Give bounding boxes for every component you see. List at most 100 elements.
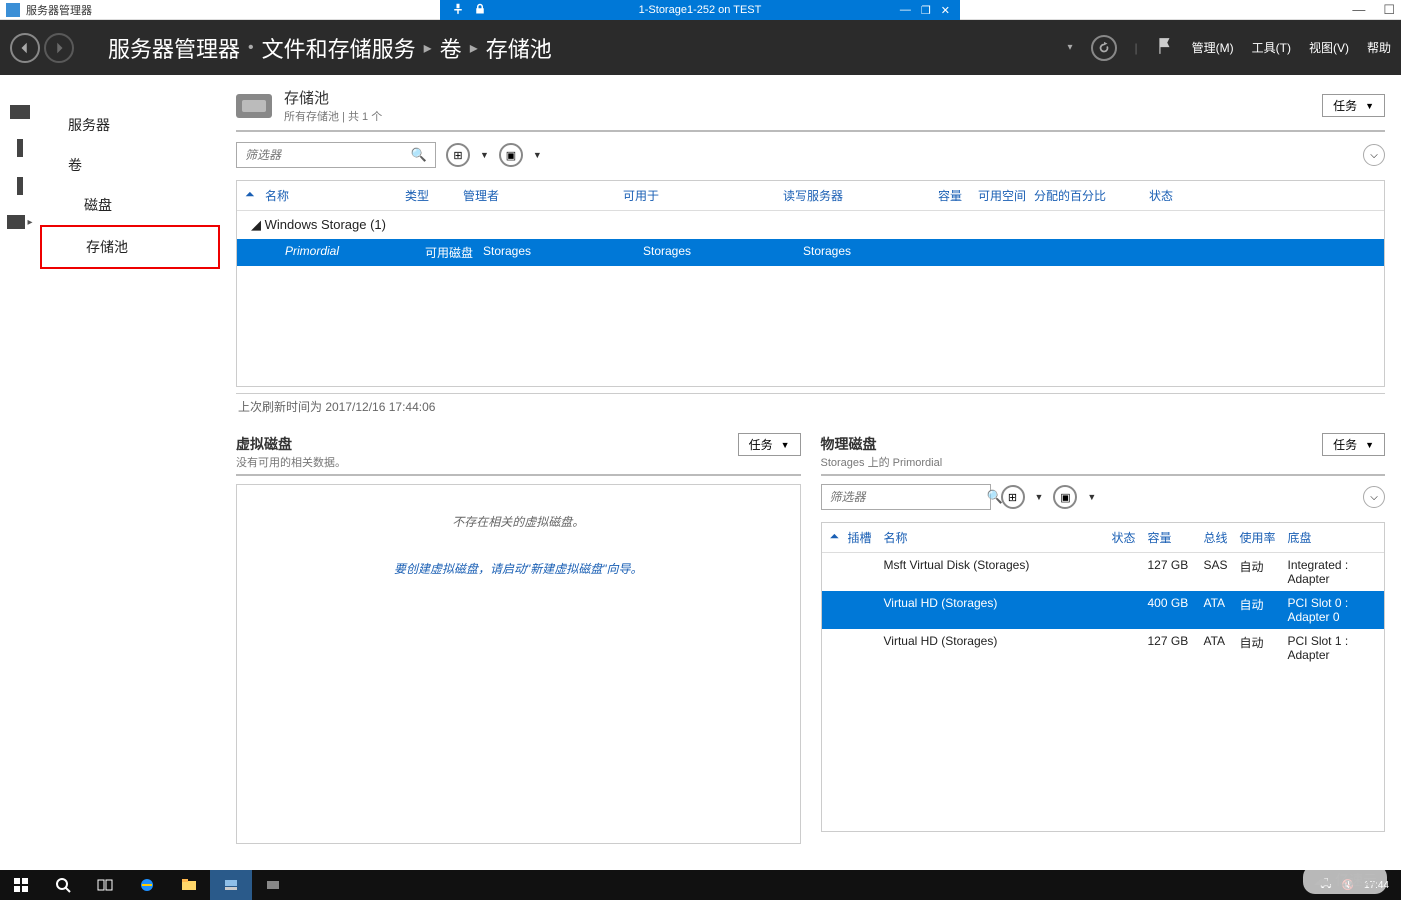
virtual-disks-panel: 虚拟磁盘 没有可用的相关数据。 任务▼ 不存在相关的虚拟磁盘。 要创建虚拟磁盘，… <box>236 433 801 844</box>
sidebar-item-storage-pools[interactable]: 存储池 <box>40 225 220 269</box>
breadcrumb-item[interactable]: 服务器管理器 <box>108 32 240 64</box>
menu-help[interactable]: 帮助 <box>1367 39 1391 56</box>
app-taskbar-icon[interactable] <box>252 870 294 900</box>
vm-minimize-icon[interactable]: — <box>900 4 911 17</box>
ie-taskbar-icon[interactable] <box>126 870 168 900</box>
pdisk-row[interactable]: Virtual HD (Storages)400 GBATA自动PCI Slot… <box>822 591 1385 629</box>
col-type[interactable]: 类型 <box>405 187 463 204</box>
col-slot[interactable]: 插槽 <box>848 529 884 546</box>
start-button[interactable] <box>0 870 42 900</box>
vdisk-empty-message: 不存在相关的虚拟磁盘。 <box>257 513 780 530</box>
col-capacity[interactable]: 容量 <box>938 187 978 204</box>
server-manager-taskbar-icon[interactable] <box>210 870 252 900</box>
col-status[interactable]: 状态 <box>1112 529 1148 546</box>
strip-dashboard-icon[interactable] <box>10 105 30 119</box>
pool-expand-button[interactable]: ⌵ <box>1363 144 1385 166</box>
pdisk-filter-field[interactable] <box>830 490 987 504</box>
vdisk-title: 虚拟磁盘 <box>236 434 346 454</box>
menu-tools[interactable]: 工具(T) <box>1252 39 1291 56</box>
vdisk-wizard-link[interactable]: 要创建虚拟磁盘，请启动"新建虚拟磁盘"向导。 <box>257 560 780 577</box>
pool-save-button[interactable]: ▣ <box>499 143 523 167</box>
pool-view-button[interactable]: ⊞ <box>446 143 470 167</box>
col-bus[interactable]: 总线 <box>1204 529 1240 546</box>
breadcrumb-item[interactable]: 文件和存储服务 <box>262 32 416 64</box>
main-content: 存储池 所有存储池 | 共 1 个 任务▼ 🔍 ⊞▼ ▣▼ ⌵ ⏶ 名称 类型 … <box>220 75 1401 870</box>
vm-close-icon[interactable]: ✕ <box>941 4 950 17</box>
pdisk-expand-button[interactable]: ⌵ <box>1363 486 1385 508</box>
header: 服务器管理器• 文件和存储服务▸ 卷▸ 存储池 ▾ | 管理(M) 工具(T) … <box>0 20 1401 75</box>
pool-header: 存储池 所有存储池 | 共 1 个 任务▼ <box>236 87 1385 132</box>
app-title: 服务器管理器 <box>26 2 92 18</box>
cloud-icon: ☁ <box>1313 869 1331 890</box>
strip-servers-icon[interactable] <box>17 139 23 157</box>
strip-storage-icon[interactable] <box>7 215 25 229</box>
pool-table: ⏶ 名称 类型 管理者 可用于 读写服务器 容量 可用空间 分配的百分比 状态 … <box>236 180 1385 387</box>
menu-manage[interactable]: 管理(M) <box>1192 39 1234 56</box>
pdisk-row[interactable]: Virtual HD (Storages)127 GBATA自动PCI Slot… <box>822 629 1385 667</box>
notifications-flag-icon[interactable] <box>1156 37 1174 58</box>
pdisk-table: ⏶ 插槽 名称 状态 容量 总线 使用率 底盘 Msft Virtual Dis… <box>821 522 1386 832</box>
window-minimize[interactable]: — <box>1352 2 1365 18</box>
pool-filter-field[interactable] <box>245 148 411 162</box>
pin-icon[interactable] <box>452 3 464 18</box>
breadcrumb-dropdown[interactable]: ▾ <box>1068 42 1073 53</box>
pool-title: 存储池 <box>284 87 382 108</box>
pdisk-tasks-button[interactable]: 任务▼ <box>1322 433 1385 456</box>
col-status[interactable]: 状态 <box>1149 187 1209 204</box>
col-allocated-pct[interactable]: 分配的百分比 <box>1034 187 1149 204</box>
breadcrumb-item[interactable]: 存储池 <box>486 32 552 64</box>
explorer-taskbar-icon[interactable] <box>168 870 210 900</box>
sort-icon[interactable]: ⏶ <box>830 529 848 546</box>
pdisk-save-button[interactable]: ▣ <box>1053 485 1077 509</box>
col-free[interactable]: 可用空间 <box>978 187 1034 204</box>
vm-connection-bar: 1-Storage1-252 on TEST — ❐ ✕ <box>440 0 960 20</box>
col-name[interactable]: 名称 <box>265 187 405 204</box>
pool-tasks-button[interactable]: 任务▼ <box>1322 94 1385 117</box>
col-rw-server[interactable]: 读写服务器 <box>783 187 938 204</box>
pdisk-view-button[interactable]: ⊞ <box>1001 485 1025 509</box>
nav-forward-button[interactable] <box>44 33 74 63</box>
pool-subtitle: 所有存储池 | 共 1 个 <box>284 108 382 124</box>
pdisk-title: 物理磁盘 <box>821 434 943 454</box>
col-manager[interactable]: 管理者 <box>463 187 623 204</box>
sort-icon[interactable]: ⏶ <box>245 187 265 204</box>
pdisk-subtitle: Storages 上的 Primordial <box>821 454 943 470</box>
menu-view[interactable]: 视图(V) <box>1309 39 1349 56</box>
vm-title: 1-Storage1-252 on TEST <box>639 4 762 16</box>
vdisk-subtitle: 没有可用的相关数据。 <box>236 454 346 470</box>
window-maximize[interactable]: ☐ <box>1383 2 1395 18</box>
col-available-to[interactable]: 可用于 <box>623 187 783 204</box>
vdisk-empty-area: 不存在相关的虚拟磁盘。 要创建虚拟磁盘，请启动"新建虚拟磁盘"向导。 <box>236 484 801 844</box>
strip-caret-icon[interactable]: ▸ <box>27 217 32 228</box>
storage-pool-icon <box>236 94 272 118</box>
pool-filter-input[interactable]: 🔍 <box>236 142 436 168</box>
pool-group-header[interactable]: ◢ Windows Storage (1) <box>237 211 1384 239</box>
pool-row[interactable]: Primordial 可用磁盘 Storages Storages Storag… <box>237 239 1384 266</box>
pdisk-filter-input[interactable]: 🔍 <box>821 484 991 510</box>
strip-volumes-icon[interactable] <box>17 177 23 195</box>
app-icon <box>6 3 20 17</box>
pool-table-header: ⏶ 名称 类型 管理者 可用于 读写服务器 容量 可用空间 分配的百分比 状态 <box>237 181 1384 211</box>
col-capacity[interactable]: 容量 <box>1148 529 1204 546</box>
sidebar-item-volumes[interactable]: 卷 <box>40 145 220 185</box>
vm-restore-icon[interactable]: ❐ <box>921 4 931 17</box>
col-name[interactable]: 名称 <box>884 529 1112 546</box>
col-usage[interactable]: 使用率 <box>1240 529 1288 546</box>
col-chassis[interactable]: 底盘 <box>1288 529 1377 546</box>
sidebar-item-disks[interactable]: 磁盘 <box>40 185 220 225</box>
refresh-button[interactable] <box>1091 35 1117 61</box>
pool-toolbar: 🔍 ⊞▼ ▣▼ ⌵ <box>236 142 1385 168</box>
breadcrumb: 服务器管理器• 文件和存储服务▸ 卷▸ 存储池 <box>108 32 552 64</box>
pdisk-toolbar: 🔍 ⊞▼ ▣▼ ⌵ <box>821 484 1386 510</box>
icon-strip: ▸ <box>0 75 40 875</box>
nav-back-button[interactable] <box>10 33 40 63</box>
sidebar-item-servers[interactable]: 服务器 <box>40 105 220 145</box>
search-button[interactable] <box>42 870 84 900</box>
pdisk-row[interactable]: Msft Virtual Disk (Storages)127 GBSAS自动I… <box>822 553 1385 591</box>
lock-icon[interactable] <box>474 3 486 18</box>
taskbar: 🖧 🔇 17:44 <box>0 870 1401 900</box>
vdisk-tasks-button[interactable]: 任务▼ <box>738 433 801 456</box>
breadcrumb-item[interactable]: 卷 <box>440 32 462 64</box>
task-view-button[interactable] <box>84 870 126 900</box>
search-icon[interactable]: 🔍 <box>411 147 427 163</box>
